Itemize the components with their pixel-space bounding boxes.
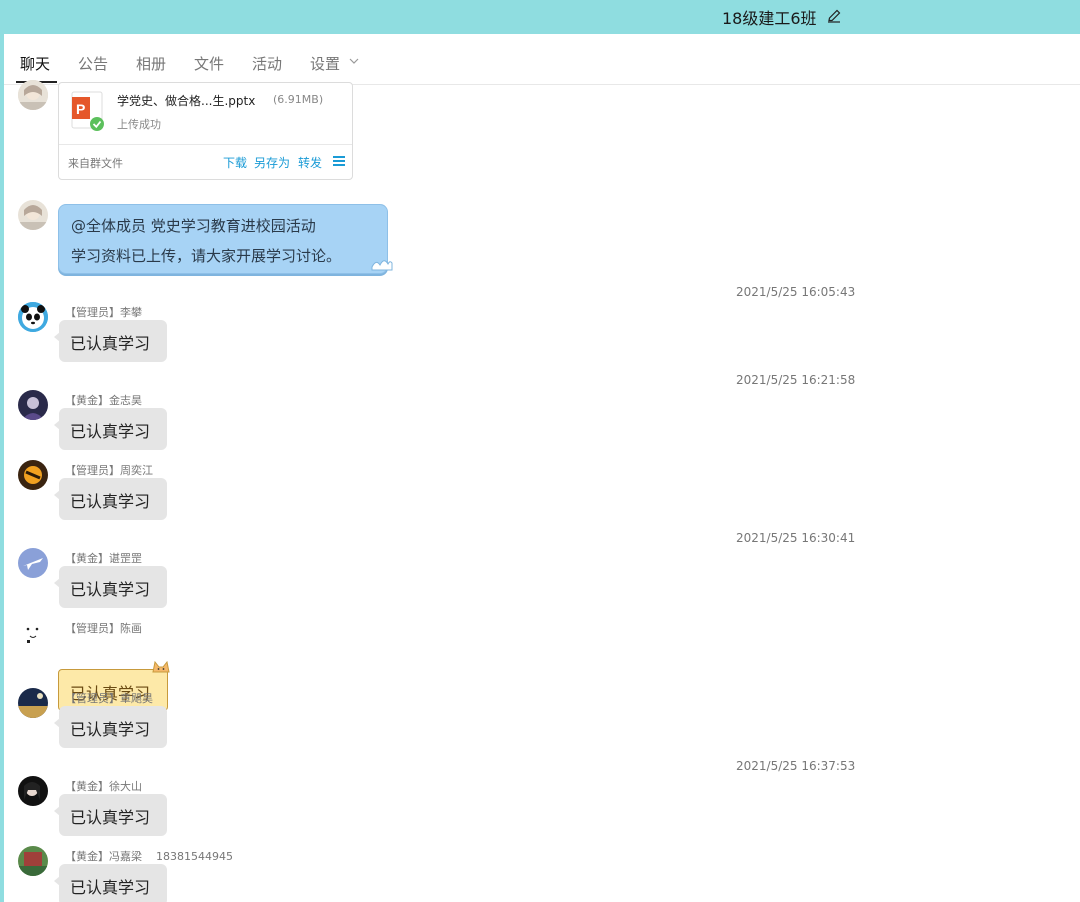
menu-icon[interactable]	[333, 156, 345, 166]
user-avatar-icon	[18, 80, 48, 110]
sender-name[interactable]: 【黄金】金志昊	[65, 392, 142, 408]
tab-activity[interactable]: 活动	[252, 53, 282, 74]
file-name[interactable]: 学党史、做合格...生.pptx	[117, 92, 255, 109]
sender-name[interactable]: 【黄金】徐大山	[65, 778, 142, 794]
avatar[interactable]	[18, 618, 48, 648]
message-bubble[interactable]: 已认真学习	[54, 864, 167, 902]
tab-files[interactable]: 文件	[194, 53, 224, 74]
edit-pencil-icon[interactable]	[826, 8, 842, 24]
message-timestamp: 2021/5/25 16:05:43	[736, 285, 856, 299]
avatar[interactable]	[18, 776, 48, 806]
chevron-down-icon[interactable]	[349, 58, 359, 65]
tab-album[interactable]: 相册	[136, 53, 166, 74]
sender-name[interactable]: 【黄金】谌罡罡	[65, 550, 142, 566]
tab-bar: 聊天 公告 相册 文件 活动 设置	[4, 34, 1080, 85]
tab-settings[interactable]: 设置	[310, 53, 340, 74]
avatar[interactable]	[18, 460, 48, 490]
cat-ears-icon	[152, 660, 170, 673]
sender-name[interactable]: 【管理员】陈画	[65, 620, 142, 636]
avatar[interactable]	[18, 688, 48, 718]
announcement-line-2: 学习资料已上传，请大家开展学习讨论。	[71, 247, 342, 265]
message-text: 已认真学习	[70, 422, 151, 441]
group-title: 18级建工6班	[722, 9, 817, 28]
sender-name-text: 【黄金】冯嘉梁	[65, 850, 142, 863]
tab-chat[interactable]: 聊天	[20, 53, 50, 74]
svg-text:P: P	[76, 101, 85, 117]
sender-name[interactable]: 【黄金】冯嘉梁 18381544945	[65, 848, 233, 864]
chat-area[interactable]: P 学党史、做合格...生.pptx (6.91MB) 上传成功 来自群文件 下…	[4, 80, 1080, 902]
user-avatar-icon	[18, 776, 48, 806]
title-bar: 18级建工6班	[0, 0, 1080, 34]
file-size: (6.91MB)	[273, 93, 324, 106]
message-timestamp: 2021/5/25 16:21:58	[736, 373, 856, 387]
user-avatar-icon	[18, 200, 48, 230]
avatar[interactable]	[18, 302, 48, 332]
announcement-bubble[interactable]: @全体成员 党史学习教育进校园活动 学习资料已上传，请大家开展学习讨论。	[58, 204, 393, 274]
message-text: 已认真学习	[70, 492, 151, 511]
message-text: 已认真学习	[70, 808, 151, 827]
sender-name[interactable]: 【管理员】周奕江	[65, 462, 153, 478]
user-avatar-icon	[18, 390, 48, 420]
divider	[59, 144, 352, 145]
message-bubble[interactable]: 已认真学习	[54, 566, 167, 608]
message-bubble[interactable]: 已认真学习	[54, 478, 167, 520]
avatar[interactable]	[18, 390, 48, 420]
save-as-link[interactable]: 另存为	[254, 154, 290, 171]
message-bubble[interactable]: 已认真学习	[54, 794, 167, 836]
sender-phone: 18381544945	[156, 850, 233, 863]
pptx-file-icon: P	[71, 91, 104, 131]
forward-link[interactable]: 转发	[298, 154, 322, 171]
sender-name[interactable]: 【管理员】章飓昊	[65, 690, 153, 706]
avatar[interactable]	[18, 846, 48, 876]
doodle-avatar-icon	[18, 618, 48, 648]
message-text: 已认真学习	[70, 720, 151, 739]
avatar[interactable]	[18, 548, 48, 578]
user-avatar-icon	[18, 460, 48, 490]
file-message-card[interactable]: P 学党史、做合格...生.pptx (6.91MB) 上传成功 来自群文件 下…	[58, 82, 353, 180]
panda-avatar-icon	[18, 302, 48, 332]
tab-announcement[interactable]: 公告	[78, 53, 108, 74]
file-source: 来自群文件	[68, 157, 123, 170]
message-bubble[interactable]: 已认真学习	[54, 320, 167, 362]
message-text: 已认真学习	[70, 878, 151, 897]
group-window: 聊天 公告 相册 文件 活动 设置 P 学党史、做合格...生.pptx (6.…	[4, 34, 1080, 902]
message-text: 已认真学习	[70, 580, 151, 599]
wave-decoration-icon	[371, 260, 393, 271]
user-avatar-icon	[18, 846, 48, 876]
user-avatar-icon	[18, 688, 48, 718]
message-timestamp: 2021/5/25 16:30:41	[736, 531, 856, 545]
upload-status: 上传成功	[117, 118, 161, 131]
download-link[interactable]: 下载	[223, 154, 247, 171]
message-timestamp: 2021/5/25 16:37:53	[736, 759, 856, 773]
message-text: 已认真学习	[70, 334, 151, 353]
avatar[interactable]	[18, 200, 48, 230]
airplane-avatar-icon	[18, 548, 48, 578]
announcement-line-1: @全体成员 党史学习教育进校园活动	[71, 217, 316, 235]
avatar[interactable]	[18, 80, 48, 110]
message-bubble[interactable]: 已认真学习	[54, 408, 167, 450]
message-bubble[interactable]: 已认真学习	[54, 706, 167, 748]
sender-name[interactable]: 【管理员】李攀	[65, 304, 142, 320]
